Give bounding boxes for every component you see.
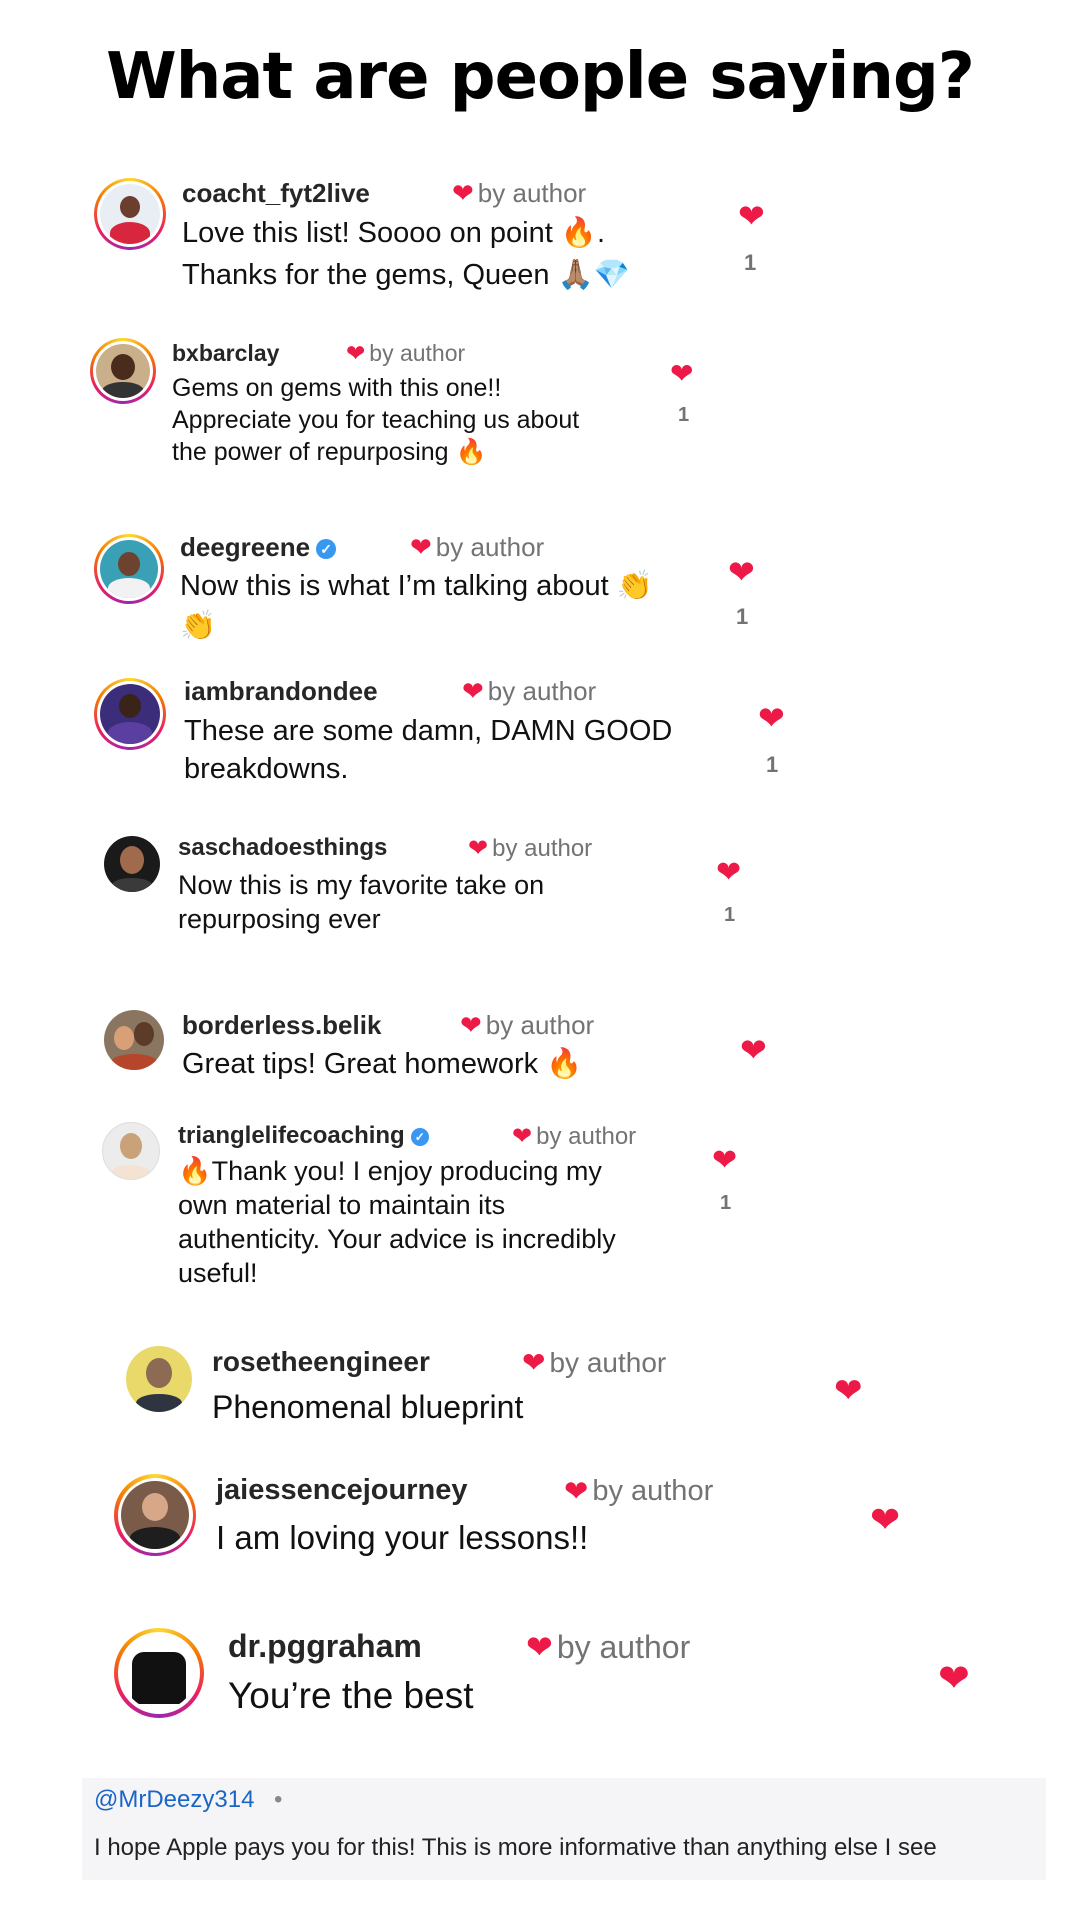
like-count: 1 [766, 752, 779, 777]
comment-text: I hope Apple pays you for this! This is … [94, 1834, 937, 1861]
like-count: 1 [678, 404, 690, 426]
avatar[interactable] [126, 1346, 192, 1412]
youtube-comment: @MrDeezy314 • I hope Apple pays you for … [82, 1778, 1046, 1880]
like-heart-icon[interactable]: ❤ [938, 1660, 970, 1698]
liked-by-author: ❤ by author [346, 340, 465, 367]
by-author-label: by author [536, 1122, 637, 1150]
heart-icon: ❤ [462, 676, 484, 706]
liked-by-author: ❤ by author [564, 1474, 713, 1509]
liked-by-author: ❤ by author [468, 834, 592, 863]
page-title: What are people saying? [106, 40, 975, 114]
liked-by-author: ❤ by author [512, 1122, 636, 1151]
heart-icon: ❤ [452, 178, 474, 208]
username[interactable]: iambrandondee [184, 676, 378, 707]
comment-text: Phenomenal blueprint [212, 1389, 524, 1425]
like-heart-icon[interactable]: ❤ [834, 1374, 863, 1408]
like-count: 1 [720, 1192, 732, 1214]
by-author-label: by author [556, 1628, 691, 1665]
verified-badge-icon: ✓ [410, 1127, 429, 1146]
heart-icon: ❤ [346, 340, 366, 366]
comment-text: Gems on gems with this one!! Appreciate … [172, 374, 580, 466]
comment-text: You’re the best [228, 1675, 474, 1716]
comment-text: Love this list! Soooo on point 🔥. Thanks… [182, 217, 630, 291]
like-heart-icon[interactable]: ❤ [738, 200, 765, 232]
comment-text: Now this is my favorite take on repurpos… [178, 870, 545, 934]
username[interactable]: rosetheengineer [212, 1346, 430, 1378]
username[interactable]: saschadoesthings [178, 834, 387, 862]
avatar[interactable] [90, 338, 156, 404]
heart-icon: ❤ [522, 1347, 546, 1378]
username[interactable]: dr.pggraham [228, 1628, 422, 1665]
by-author-label: by author [549, 1346, 667, 1378]
avatar[interactable] [102, 1122, 160, 1180]
avatar[interactable] [114, 1474, 196, 1556]
avatar[interactable] [94, 678, 166, 750]
avatar[interactable] [104, 836, 160, 892]
liked-by-author: ❤ by author [410, 532, 544, 563]
by-author-label: by author [592, 1475, 714, 1507]
username[interactable]: deegreene ✓ [180, 532, 337, 563]
avatar[interactable] [94, 178, 166, 250]
comment-text: I am loving your lessons!! [216, 1519, 589, 1556]
avatar[interactable] [114, 1628, 204, 1718]
like-heart-icon[interactable]: ❤ [870, 1502, 900, 1538]
verified-badge-icon: ✓ [316, 539, 337, 560]
liked-by-author: ❤ by author [526, 1628, 690, 1666]
username[interactable]: coacht_fyt2live [182, 178, 370, 209]
heart-icon: ❤ [460, 1010, 482, 1040]
liked-by-author: ❤ by author [522, 1346, 666, 1379]
by-author-label: by author [485, 1010, 595, 1040]
avatar[interactable] [94, 534, 164, 604]
username[interactable]: jaiessencejourney [216, 1474, 467, 1507]
by-author-label: by author [492, 834, 593, 862]
heart-icon: ❤ [564, 1476, 589, 1508]
like-count: 1 [736, 604, 749, 629]
heart-icon: ❤ [410, 532, 432, 562]
username[interactable]: borderless.belik [182, 1010, 381, 1041]
comment-text: Now this is what I’m talking about 👏 👏 [180, 570, 653, 642]
liked-by-author: ❤ by author [460, 1010, 594, 1041]
like-heart-icon[interactable]: ❤ [740, 1034, 767, 1066]
avatar[interactable] [104, 1010, 164, 1070]
like-heart-icon[interactable]: ❤ [670, 360, 693, 388]
heart-icon: ❤ [468, 835, 489, 862]
by-author-label: by author [435, 532, 545, 562]
liked-by-author: ❤ by author [462, 676, 596, 707]
liked-by-author: ❤ by author [452, 178, 586, 209]
heart-icon: ❤ [512, 1123, 533, 1150]
like-count: 1 [724, 904, 736, 926]
comment-text: Great tips! Great homework 🔥 [182, 1048, 583, 1080]
separator-dot: • [274, 1786, 283, 1813]
like-heart-icon[interactable]: ❤ [716, 858, 741, 888]
by-author-label: by author [477, 178, 587, 208]
username[interactable]: trianglelifecoaching ✓ [178, 1122, 429, 1150]
comment-text: These are some damn, DAMN GOOD breakdown… [184, 715, 673, 785]
like-count: 1 [744, 250, 757, 275]
like-heart-icon[interactable]: ❤ [758, 702, 785, 734]
username[interactable]: bxbarclay [172, 340, 279, 367]
by-author-label: by author [369, 340, 466, 366]
by-author-label: by author [487, 676, 597, 706]
like-heart-icon[interactable]: ❤ [728, 556, 755, 588]
commenter-handle[interactable]: @MrDeezy314 [94, 1786, 254, 1814]
heart-icon: ❤ [526, 1629, 553, 1665]
like-heart-icon[interactable]: ❤ [712, 1146, 737, 1176]
comment-text: 🔥Thank you! I enjoy producing my own mat… [178, 1156, 616, 1288]
